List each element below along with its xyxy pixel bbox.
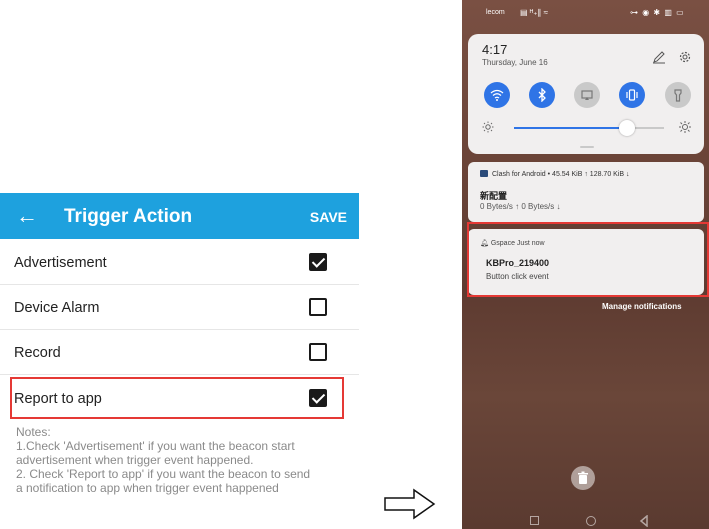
bluetooth-icon xyxy=(538,88,546,102)
vibrate-icon xyxy=(626,89,638,101)
status-icons: ⊶ ◉ ✱ ▥ ▭ xyxy=(630,8,685,17)
back-triangle-icon[interactable] xyxy=(639,515,649,527)
right-arrow-icon xyxy=(384,488,436,520)
clash-app-icon xyxy=(480,170,488,177)
checkbox[interactable] xyxy=(309,253,327,271)
notes-line: advertisement when trigger event happene… xyxy=(16,453,254,467)
clear-notifications-button[interactable] xyxy=(571,466,595,490)
gear-icon[interactable] xyxy=(678,50,692,64)
screencast-tile[interactable] xyxy=(574,82,600,108)
clock-date: Thursday, June 16 xyxy=(482,58,548,67)
brightness-fill xyxy=(514,127,627,129)
edit-pencil-icon[interactable] xyxy=(652,50,666,64)
signal-icons: ▤ ᴴ₊∥ ≈ xyxy=(520,8,549,17)
status-bar: lecom ▤ ᴴ₊∥ ≈ ⊶ ◉ ✱ ▥ ▭ xyxy=(462,0,709,30)
notification-meta: • 45.54 KiB ↑ 128.70 KiB ↓ xyxy=(547,171,630,178)
notification-body: 0 Bytes/s ↑ 0 Bytes/s ↓ xyxy=(480,202,561,211)
flashlight-tile[interactable] xyxy=(665,82,691,108)
wifi-tile[interactable] xyxy=(484,82,510,108)
vibrate-tile[interactable] xyxy=(619,82,645,108)
notes-line: a notification to app when trigger event… xyxy=(16,481,279,495)
trigger-option-advertisement[interactable]: Advertisement xyxy=(0,241,359,285)
checkbox[interactable] xyxy=(309,298,327,316)
notification-highlight-box xyxy=(467,222,709,297)
brightness-high-icon xyxy=(679,121,691,133)
app-bar: ← Trigger Action SAVE xyxy=(0,193,359,239)
notification-header: Clash for Android • 45.54 KiB ↑ 128.70 K… xyxy=(480,170,630,178)
save-button[interactable]: SAVE xyxy=(310,208,347,226)
notification-clash[interactable]: Clash for Android • 45.54 KiB ↑ 128.70 K… xyxy=(468,162,704,222)
flashlight-icon xyxy=(674,89,682,102)
notes-heading: Notes: xyxy=(16,425,51,439)
panel-drag-handle[interactable] xyxy=(580,146,594,148)
clock-time: 4:17 xyxy=(482,42,508,57)
trigger-option-device-alarm[interactable]: Device Alarm xyxy=(0,286,359,330)
carrier-name: lecom xyxy=(486,9,505,16)
checkbox[interactable] xyxy=(309,343,327,361)
screencast-icon xyxy=(581,90,593,100)
recent-apps-button[interactable] xyxy=(530,516,539,525)
brightness-slider-knob[interactable] xyxy=(618,120,635,136)
highlight-box xyxy=(10,377,344,419)
option-label: Device Alarm xyxy=(14,300,100,316)
quick-settings-panel: 4:17 Thursday, June 16 xyxy=(468,34,704,154)
manage-notifications-link[interactable]: Manage notifications xyxy=(602,302,682,311)
notes-text: Notes: 1.Check 'Advertisement' if you wa… xyxy=(16,425,351,495)
wifi-icon xyxy=(490,89,504,101)
notes-line: 2. Check 'Report to app' if you want the… xyxy=(16,467,311,481)
back-arrow-icon[interactable]: ← xyxy=(16,203,38,229)
brightness-low-icon xyxy=(482,121,494,133)
page-title: Trigger Action xyxy=(64,206,193,227)
notification-title: 新配置 xyxy=(480,191,508,201)
notes-line: 1.Check 'Advertisement' if you want the … xyxy=(16,439,295,453)
option-label: Record xyxy=(14,345,61,361)
option-label: Advertisement xyxy=(14,255,107,271)
trash-icon xyxy=(578,471,588,484)
brightness-slider[interactable] xyxy=(514,127,664,129)
bluetooth-tile[interactable] xyxy=(529,82,555,108)
trigger-option-record[interactable]: Record xyxy=(0,331,359,375)
trigger-action-screen: ← Trigger Action SAVE Advertisement Devi… xyxy=(0,193,359,513)
home-button[interactable] xyxy=(586,516,596,526)
notification-app-name: Clash for Android xyxy=(492,171,546,178)
